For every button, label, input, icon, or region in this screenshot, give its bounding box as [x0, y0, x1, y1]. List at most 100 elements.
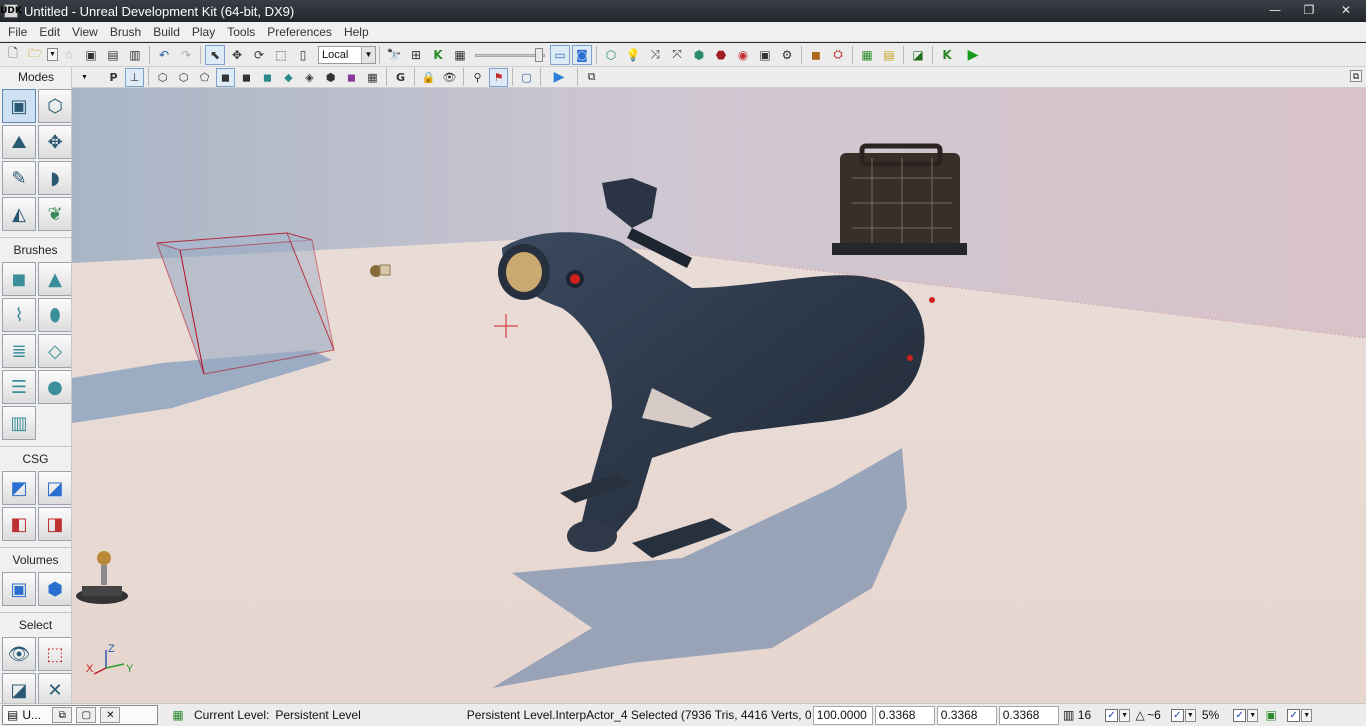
stats-icon[interactable]: ▢: [517, 68, 536, 87]
slider-thumb[interactable]: [535, 47, 543, 62]
rotation-snap-checkbox[interactable]: ✓: [1170, 708, 1184, 722]
build-paths-icon[interactable]: ⤨: [645, 45, 665, 65]
show-selected-icon[interactable]: 👁: [2, 637, 36, 671]
cylinder-brush-icon[interactable]: ⬮: [38, 298, 71, 332]
build-all-icon[interactable]: ⬢: [689, 45, 709, 65]
perspective-toggle[interactable]: P: [104, 68, 123, 87]
camera-speed-slider[interactable]: [475, 47, 545, 62]
sentinel-icon[interactable]: ◼: [806, 45, 826, 65]
curved-stair-brush-icon[interactable]: ⌇: [2, 298, 36, 332]
csg-intersect-icon[interactable]: ◧: [2, 507, 36, 541]
select-mode-icon[interactable]: ⬉: [205, 44, 225, 65]
redo-icon[interactable]: ↷: [176, 45, 196, 65]
play-in-viewport-toggle[interactable]: ▶: [545, 68, 573, 87]
light-map-icon[interactable]: ▦: [363, 68, 382, 87]
build-cover-icon[interactable]: ⤧: [667, 45, 687, 65]
open-file-icon[interactable]: 🗁: [25, 45, 45, 65]
save-level-icon[interactable]: ▥: [125, 45, 145, 65]
volume-list-icon[interactable]: ⬢: [38, 572, 71, 606]
build-swarm-icon[interactable]: ⬣: [711, 45, 731, 65]
autosave-dropdown[interactable]: ▼: [1301, 708, 1313, 722]
scale-snap-dropdown[interactable]: ▼: [1247, 708, 1259, 722]
udk-app-icon[interactable]: UDK: [0, 4, 22, 18]
grid-size-dropdown[interactable]: ▼: [1119, 708, 1131, 722]
lock-viewport-icon[interactable]: 🔒: [419, 68, 438, 87]
menu-preferences[interactable]: Preferences: [261, 22, 338, 42]
kismet-icon[interactable]: K: [428, 45, 448, 65]
scale-snap-checkbox[interactable]: ✓: [1233, 708, 1247, 722]
grid-size-value[interactable]: 16: [1078, 708, 1091, 722]
kismet-debug-icon[interactable]: K: [937, 45, 957, 65]
foliage-mode-icon[interactable]: ❦: [38, 197, 71, 231]
build-streaming-icon[interactable]: ▣: [755, 45, 775, 65]
play-in-editor-icon[interactable]: ▶: [959, 45, 987, 65]
rotate-mode-icon[interactable]: ⟳: [249, 45, 269, 65]
terrain-mode-icon[interactable]: ⛰: [2, 125, 36, 159]
viewport-type-icon[interactable]: ⊥: [125, 67, 144, 87]
translate-mode-icon[interactable]: ✥: [227, 45, 247, 65]
spiral-stair-brush-icon[interactable]: ☰: [2, 370, 36, 404]
play-on-console-icon[interactable]: ◪: [908, 45, 928, 65]
lighting-quality-icon[interactable]: ◉: [733, 45, 753, 65]
show-all-icon[interactable]: ✕: [38, 673, 71, 703]
light-complexity-icon[interactable]: ◆: [279, 68, 298, 87]
menu-play[interactable]: Play: [186, 22, 221, 42]
add-volume-icon[interactable]: ▣: [2, 572, 36, 606]
save-icon[interactable]: ▣: [81, 45, 101, 65]
scale-z-field[interactable]: 0.3368: [998, 705, 1059, 725]
scale-y-field[interactable]: 0.3368: [936, 705, 997, 725]
coordinate-system-select[interactable]: Local ▼: [318, 45, 376, 64]
detail-lighting-icon[interactable]: ◼: [237, 68, 256, 87]
matinee-icon[interactable]: ▦: [450, 45, 470, 65]
non-uniform-scale-icon[interactable]: ▯: [293, 45, 313, 65]
autosave-checkbox[interactable]: ✓: [1287, 708, 1301, 722]
view-options-icon[interactable]: 👁: [440, 68, 459, 87]
landscape-mode-icon[interactable]: ◭: [2, 197, 36, 231]
geometry-mode-icon[interactable]: ⬡: [38, 89, 71, 123]
maximize-viewport-icon[interactable]: ⧉: [1350, 70, 1362, 82]
lit-icon[interactable]: ◼: [216, 67, 235, 87]
minimize-icon[interactable]: —: [1258, 0, 1292, 20]
menu-brush[interactable]: Brush: [104, 22, 147, 42]
texture-align-mode-icon[interactable]: ✥: [38, 125, 71, 159]
lightmap-density-icon[interactable]: ◼: [342, 68, 361, 87]
realtime-audio-icon[interactable]: ⚑: [489, 67, 508, 87]
find-actors-icon[interactable]: 🔭: [384, 45, 404, 65]
play-in-viewport-icon[interactable]: ▦: [857, 45, 877, 65]
volumetric-brush-icon[interactable]: ▥: [2, 406, 36, 440]
rotation-snap-value[interactable]: ~6: [1147, 708, 1161, 722]
sheet-brush-icon[interactable]: ◇: [38, 334, 71, 368]
camera-mode-icon[interactable]: ▣: [2, 89, 36, 123]
shader-complexity-icon[interactable]: ⬢: [321, 68, 340, 87]
hide-selected-icon[interactable]: ⬚: [38, 637, 71, 671]
game-view-toggle[interactable]: G: [391, 68, 410, 87]
csg-subtract-icon[interactable]: ◪: [38, 471, 71, 505]
new-file-icon[interactable]: 🗋: [3, 45, 23, 65]
scale-x-field[interactable]: 0.3368: [874, 705, 935, 725]
menu-view[interactable]: View: [66, 22, 104, 42]
realtime-preview-icon[interactable]: ▭: [550, 44, 570, 65]
maximize-icon[interactable]: ▢: [76, 707, 97, 723]
modes-dropdown[interactable]: ▼: [79, 71, 90, 84]
favorite-icon[interactable]: ☆: [59, 45, 79, 65]
menu-edit[interactable]: Edit: [33, 22, 66, 42]
close-icon[interactable]: ✕: [100, 707, 121, 723]
close-icon[interactable]: ✕: [1326, 0, 1366, 20]
actor-locking-icon[interactable]: ⚲: [468, 68, 487, 87]
sphere-brush-icon[interactable]: ●: [38, 370, 71, 404]
autosave-icon[interactable]: ▣: [1261, 706, 1281, 724]
lock-selection-icon[interactable]: ◙: [572, 44, 592, 65]
lighting-only-icon[interactable]: ◼: [258, 68, 277, 87]
restore-icon[interactable]: ⧉: [52, 707, 73, 723]
grid-snap-checkbox[interactable]: ✓: [1105, 708, 1119, 722]
linear-stair-brush-icon[interactable]: ≣: [2, 334, 36, 368]
menu-help[interactable]: Help: [338, 22, 375, 42]
coverage-mode-icon[interactable]: ◗: [38, 161, 71, 195]
undo-icon[interactable]: ↶: [154, 45, 174, 65]
recent-files-dropdown[interactable]: ▼: [47, 48, 58, 61]
viewport-config-icon[interactable]: ⧉: [582, 68, 601, 87]
build-geometry-icon[interactable]: ⬡: [601, 45, 621, 65]
build-lighting-icon[interactable]: 💡: [623, 45, 643, 65]
cube-brush-icon[interactable]: ◼: [2, 262, 36, 296]
wireframe-icon[interactable]: ⬡: [153, 68, 172, 87]
